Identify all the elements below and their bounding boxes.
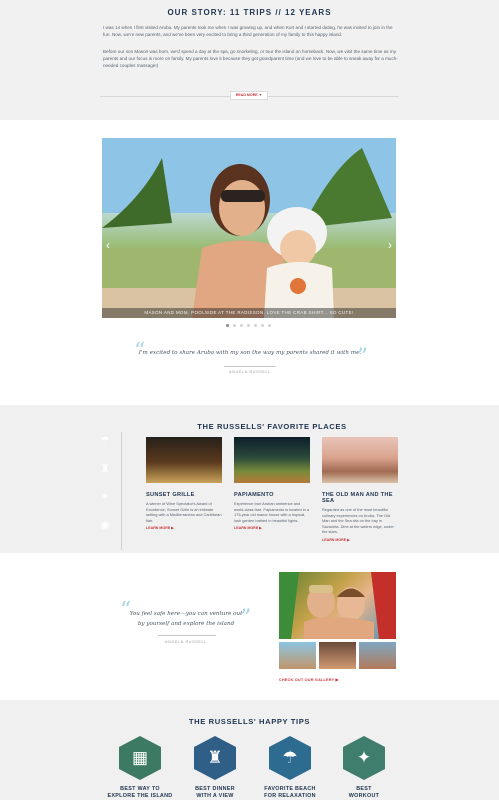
learn-more-link[interactable]: LEARN MORE ▶ bbox=[234, 526, 310, 530]
old-man-and-the-sea-photo bbox=[322, 437, 398, 483]
papiamento-photo bbox=[234, 437, 310, 483]
place-card: THE OLD MAN AND THE SEA Regarded as one … bbox=[322, 437, 398, 542]
story-paragraph-2: Before our son Mason was born, we'd spen… bbox=[103, 49, 398, 68]
tip-item[interactable]: ▦ BEST WAY TO EXPLORE THE ISLAND bbox=[100, 736, 180, 799]
slideshow-pagination bbox=[226, 324, 271, 327]
place-title: THE OLD MAN AND THE SEA bbox=[322, 492, 393, 504]
close-quote-icon: ” bbox=[240, 606, 252, 631]
pagination-dot[interactable] bbox=[268, 324, 271, 327]
pagination-dot[interactable] bbox=[233, 324, 236, 327]
pagination-dot[interactable] bbox=[261, 324, 264, 327]
gallery-thumbnail[interactable] bbox=[319, 642, 356, 669]
pagination-dot[interactable] bbox=[254, 324, 257, 327]
waiter-icon[interactable]: ♜ bbox=[92, 455, 118, 481]
family-with-parrots-photo[interactable] bbox=[279, 572, 396, 639]
place-description: Regarded as one of the most beautiful cu… bbox=[322, 507, 394, 534]
section-title: THE RUSSELLS' HAPPY TIPS bbox=[188, 717, 311, 726]
story-title: OUR STORY: 11 TRIPS // 12 YEARS bbox=[167, 8, 332, 17]
place-card: PAPIAMENTO Experience true Aruban ambien… bbox=[234, 437, 310, 530]
divider bbox=[158, 635, 216, 636]
quote-text: You feel safe here—you can venture out b… bbox=[129, 611, 243, 627]
photo-gallery-section: MASON AND MOM, POOLSIDE AT THE RADISSON.… bbox=[0, 120, 499, 405]
gallery-thumbnail[interactable] bbox=[359, 642, 396, 669]
section-title: THE RUSSELLS' FAVORITE PLACES bbox=[197, 422, 347, 431]
place-description: A winner of Wine Spectator's Award of Ex… bbox=[146, 501, 222, 523]
quote-text: I'm excited to share Aruba with my son t… bbox=[138, 350, 362, 356]
map-icon[interactable]: ▦ bbox=[119, 736, 161, 780]
tip-label: BEST DINNER WITH A VIEW bbox=[195, 786, 235, 799]
family-gallery-section: “ You feel safe here—you can venture out… bbox=[0, 553, 499, 700]
quote-attribution: ANGELA RUSSELL bbox=[165, 640, 207, 644]
slideshow-photo: MASON AND MOM, POOLSIDE AT THE RADISSON.… bbox=[102, 138, 396, 318]
pull-quote: “ I'm excited to share Aruba with my son… bbox=[130, 341, 370, 375]
pagination-dot[interactable] bbox=[240, 324, 243, 327]
place-title: PAPIAMENTO bbox=[234, 492, 274, 498]
story-paragraph-1: I was 14 when I first visited Aruba. My … bbox=[103, 25, 393, 37]
learn-more-link[interactable]: LEARN MORE ▶ bbox=[146, 526, 222, 530]
previous-slide-arrow-icon[interactable]: ‹ bbox=[106, 238, 110, 252]
place-title: SUNSET GRILLE bbox=[146, 492, 195, 498]
place-card: SUNSET GRILLE A winner of Wine Spectator… bbox=[146, 437, 222, 530]
mother-and-son-photo bbox=[102, 138, 396, 318]
tip-label: FAVORITE BEACH FOR RELAXATION bbox=[264, 786, 316, 799]
divider bbox=[224, 366, 276, 367]
workout-icon[interactable]: ✦ bbox=[343, 736, 385, 780]
place-description: Experience true Aruban ambience and worl… bbox=[234, 501, 310, 523]
happy-tips-section: THE RUSSELLS' HAPPY TIPS ▦ BEST WAY TO EX… bbox=[0, 700, 499, 800]
close-quote-icon: ” bbox=[356, 345, 368, 370]
open-quote-icon: “ bbox=[134, 339, 146, 364]
sunglasses-icon[interactable]: ◉ bbox=[92, 511, 118, 537]
sunset-grille-photo bbox=[146, 437, 222, 483]
tip-item[interactable]: ✦ BEST WORKOUT bbox=[324, 736, 404, 799]
photo-caption: MASON AND MOM, POOLSIDE AT THE RADISSON.… bbox=[102, 308, 396, 318]
tip-item[interactable]: ♜ BEST DINNER WITH A VIEW bbox=[175, 736, 255, 799]
vertical-divider bbox=[121, 432, 122, 550]
quote-attribution: ANGELA RUSSELL bbox=[229, 370, 271, 374]
beach-umbrella-icon[interactable]: ☂ bbox=[92, 427, 118, 453]
swimmer-icon[interactable]: ✶ bbox=[92, 483, 118, 509]
tip-label: BEST WAY TO EXPLORE THE ISLAND bbox=[107, 786, 173, 799]
tip-item[interactable]: ☂ FAVORITE BEACH FOR RELAXATION bbox=[250, 736, 330, 799]
favorite-places-section: THE RUSSELLS' FAVORITE PLACES ☂ ♜ ✶ ◉ SU… bbox=[0, 405, 499, 553]
learn-more-link[interactable]: LEARN MORE ▶ bbox=[322, 538, 398, 542]
pagination-dot[interactable] bbox=[247, 324, 250, 327]
read-more-button[interactable]: READ MORE ▼ bbox=[230, 91, 268, 100]
waiter-icon[interactable]: ♜ bbox=[194, 736, 236, 780]
beach-chair-icon[interactable]: ☂ bbox=[269, 736, 311, 780]
gallery-thumbnail[interactable] bbox=[279, 642, 316, 669]
next-slide-arrow-icon[interactable]: › bbox=[388, 238, 392, 252]
story-section: OUR STORY: 11 TRIPS // 12 YEARS I was 14… bbox=[0, 0, 499, 120]
tip-label: BEST WORKOUT bbox=[348, 786, 380, 799]
pagination-dot[interactable] bbox=[226, 324, 229, 327]
check-out-gallery-link[interactable]: CHECK OUT OUR GALLERY ▶ bbox=[279, 677, 339, 682]
